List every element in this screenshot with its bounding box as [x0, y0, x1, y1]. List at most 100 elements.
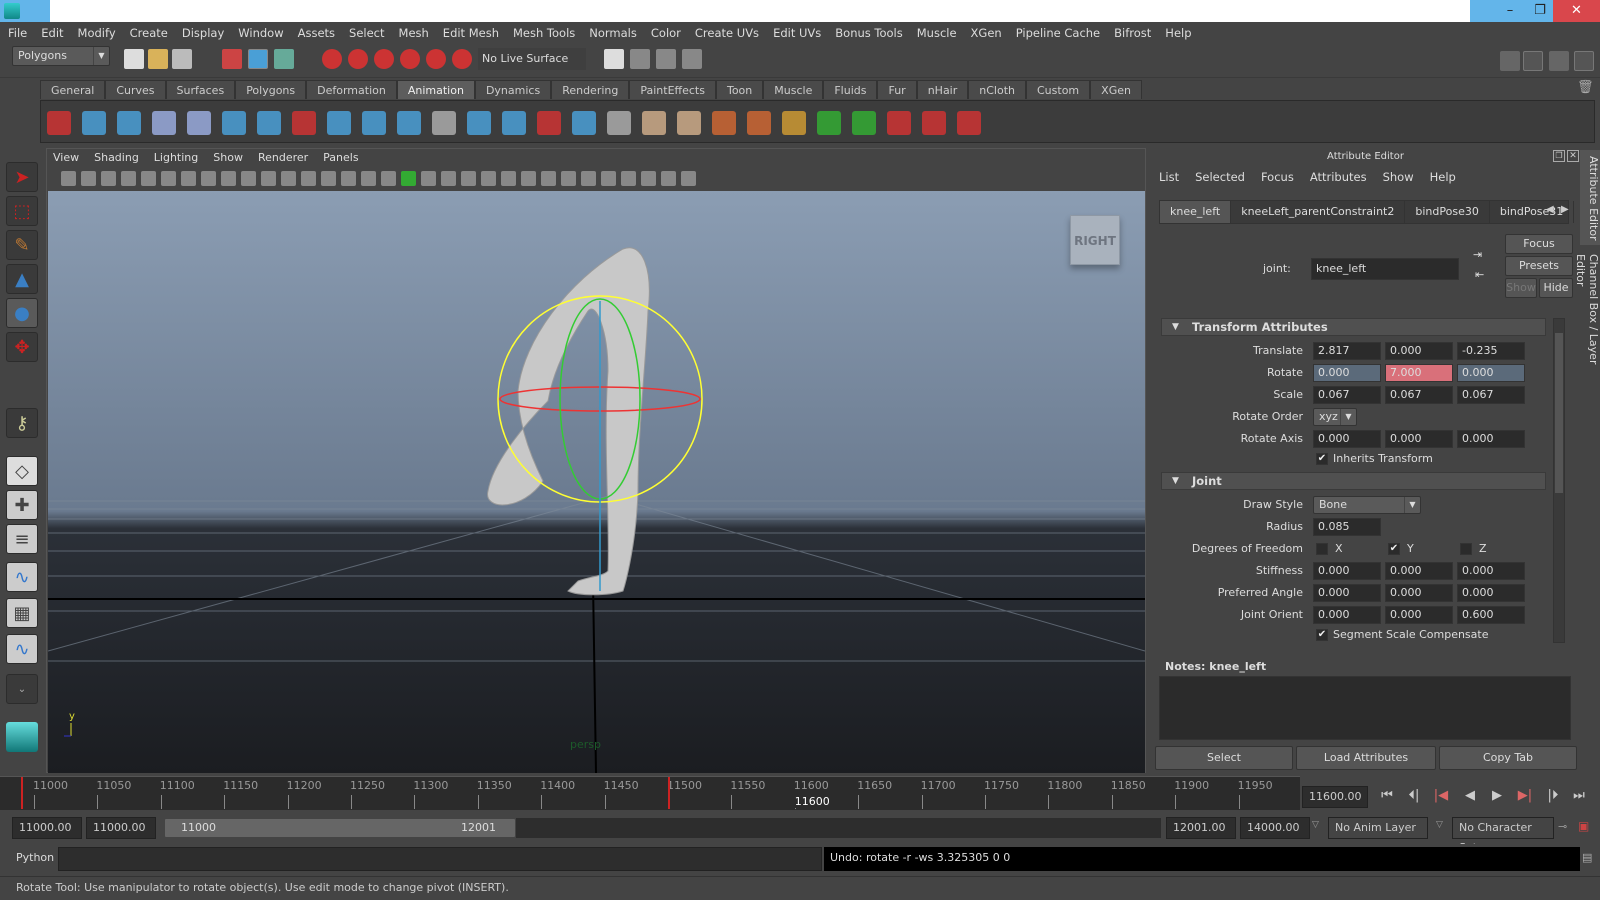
draw-style-dropdown[interactable]: Bone ▼ — [1313, 496, 1421, 514]
panel-toolbar-icon[interactable] — [441, 171, 456, 186]
step-forward-frame-icon[interactable]: ▶| — [1514, 788, 1536, 808]
3d-viewport[interactable]: persp y RIGHT — [48, 191, 1145, 773]
panel-toolbar-icon[interactable] — [281, 171, 296, 186]
panel-toolbar-icon[interactable] — [621, 171, 636, 186]
shelf-tool-icon[interactable] — [397, 111, 421, 135]
script-editor-icon[interactable]: ▤ — [1582, 851, 1592, 864]
select-button[interactable]: Select — [1155, 746, 1293, 770]
node-tab-knee-left[interactable]: knee_left — [1160, 201, 1232, 223]
close-button[interactable]: ✕ — [1553, 0, 1600, 22]
shelf-tool-icon[interactable] — [502, 111, 526, 135]
hide-button[interactable]: Hide — [1539, 278, 1573, 298]
render-settings-icon[interactable] — [604, 49, 624, 69]
panel-toolbar-icon[interactable] — [341, 171, 356, 186]
open-scene-icon[interactable] — [148, 49, 168, 69]
preferred-angle-x-field[interactable]: 0.000 — [1313, 584, 1381, 602]
panel-toolbar-icon[interactable] — [601, 171, 616, 186]
menu-edit[interactable]: Edit — [41, 26, 63, 40]
menu-bonus-tools[interactable]: Bonus Tools — [835, 26, 902, 40]
rotate-axis-x-field[interactable]: 0.000 — [1313, 430, 1381, 448]
render-view-icon[interactable] — [682, 49, 702, 69]
panel-toolbar-icon[interactable] — [461, 171, 476, 186]
character-set-chevron-icon[interactable]: ▽ — [1436, 820, 1443, 830]
restore-button[interactable]: ❐ — [1525, 0, 1555, 22]
range-slider[interactable]: 11000 12001 — [164, 818, 516, 838]
panel-toolbar-icon[interactable] — [121, 171, 136, 186]
panel-toolbar-icon[interactable] — [81, 171, 96, 186]
menu-assets[interactable]: Assets — [298, 26, 335, 40]
go-to-end-icon[interactable]: ⏭ — [1568, 788, 1590, 808]
panel-toolbar-icon[interactable] — [61, 171, 76, 186]
menuset-dropdown[interactable]: Polygons ▼ — [12, 46, 110, 66]
shelf-tool-icon[interactable] — [47, 111, 71, 135]
channel-box-toggle-icon[interactable] — [1574, 51, 1594, 71]
close-panel-icon[interactable]: ✕ — [1567, 150, 1579, 162]
menu-create-uvs[interactable]: Create UVs — [695, 26, 759, 40]
scrollbar-thumb[interactable] — [1555, 333, 1563, 493]
stiffness-x-field[interactable]: 0.000 — [1313, 562, 1381, 580]
menu-edit-mesh[interactable]: Edit Mesh — [443, 26, 499, 40]
side-tab-channel-box[interactable]: Channel Box / Layer Editor — [1574, 248, 1600, 398]
menu-select[interactable]: Select — [349, 26, 384, 40]
auto-key-icon[interactable]: ⊸ — [1558, 820, 1567, 833]
input-connections-icon[interactable]: ⇥ — [1473, 248, 1482, 261]
shelf-tab-xgen[interactable]: XGen — [1090, 80, 1142, 99]
menu-normals[interactable]: Normals — [589, 26, 637, 40]
load-attributes-button[interactable]: Load Attributes — [1296, 746, 1436, 770]
translate-x-field[interactable]: 2.817 — [1313, 342, 1381, 360]
panel-menu-show[interactable]: Show — [213, 151, 243, 164]
single-perspective-layout-icon[interactable]: ◇ — [6, 456, 38, 486]
joint-section[interactable]: ▼ Joint — [1161, 472, 1546, 490]
ae-menu-list[interactable]: List — [1159, 170, 1179, 184]
shelf-tool-icon[interactable] — [222, 111, 246, 135]
panel-toolbar-icon[interactable] — [181, 171, 196, 186]
save-scene-icon[interactable] — [172, 49, 192, 69]
tab-scroll-right-icon[interactable]: ▶ — [1561, 204, 1569, 215]
shelf-tool-icon[interactable] — [467, 111, 491, 135]
panel-toolbar-icon[interactable] — [221, 171, 236, 186]
panel-toolbar-icon[interactable] — [261, 171, 276, 186]
anim-layer-chevron-icon[interactable]: ▽ — [1312, 820, 1319, 830]
shelf-tool-icon[interactable] — [817, 111, 841, 135]
select-component-icon[interactable] — [274, 49, 294, 69]
render-frame-icon[interactable] — [630, 49, 650, 69]
menu-display[interactable]: Display — [182, 26, 224, 40]
menu-modify[interactable]: Modify — [78, 26, 116, 40]
rotate-order-dropdown[interactable]: xyz ▼ — [1313, 408, 1357, 426]
outliner-persp-layout-icon[interactable]: ≡ — [6, 524, 38, 554]
menu-help[interactable]: Help — [1165, 26, 1191, 40]
presets-button[interactable]: Presets — [1505, 256, 1573, 276]
float-panel-icon[interactable]: ❐ — [1553, 150, 1565, 162]
persp-outliner-graph-layout-icon[interactable]: ∿ — [6, 634, 38, 664]
lasso-tool-icon[interactable]: ⬚ — [6, 196, 38, 226]
dof-z-checkbox[interactable] — [1460, 543, 1472, 555]
shelf-tool-icon[interactable] — [432, 111, 456, 135]
snap-grid-icon[interactable] — [322, 49, 342, 69]
shelf-tab-animation[interactable]: Animation — [396, 80, 475, 99]
segment-scale-checkbox[interactable]: ✔ — [1316, 629, 1328, 641]
focus-button[interactable]: Focus — [1505, 234, 1573, 254]
modeling-toolkit-icon[interactable] — [1500, 51, 1520, 71]
panel-menu-shading[interactable]: Shading — [94, 151, 139, 164]
current-frame-marker[interactable]: 11600 — [794, 795, 830, 808]
start-time-field[interactable]: 11000.00 — [12, 817, 82, 839]
panel-toolbar-icon[interactable] — [481, 171, 496, 186]
rotate-z-field[interactable]: 0.000 — [1457, 364, 1525, 382]
minimize-button[interactable]: – — [1495, 0, 1525, 22]
command-input[interactable] — [58, 847, 822, 871]
show-button[interactable]: Show — [1505, 278, 1537, 298]
panel-toolbar-icon[interactable] — [241, 171, 256, 186]
shelf-tab-ncloth[interactable]: nCloth — [968, 80, 1026, 99]
shelf-tab-curves[interactable]: Curves — [105, 80, 166, 99]
persp-graph-layout-icon[interactable]: ∿ — [6, 562, 38, 592]
stiffness-y-field[interactable]: 0.000 — [1385, 562, 1453, 580]
shelf-tab-muscle[interactable]: Muscle — [763, 80, 824, 99]
new-scene-icon[interactable] — [124, 49, 144, 69]
shelf-tab-deformation[interactable]: Deformation — [306, 80, 397, 99]
panel-toolbar-icon[interactable] — [661, 171, 676, 186]
snap-projected-center-icon[interactable] — [400, 49, 420, 69]
select-object-icon[interactable] — [248, 49, 268, 69]
node-tab-parent-constraint[interactable]: kneeLeft_parentConstraint2 — [1231, 201, 1406, 223]
scale-y-field[interactable]: 0.067 — [1385, 386, 1453, 404]
shelf-tool-icon[interactable] — [82, 111, 106, 135]
